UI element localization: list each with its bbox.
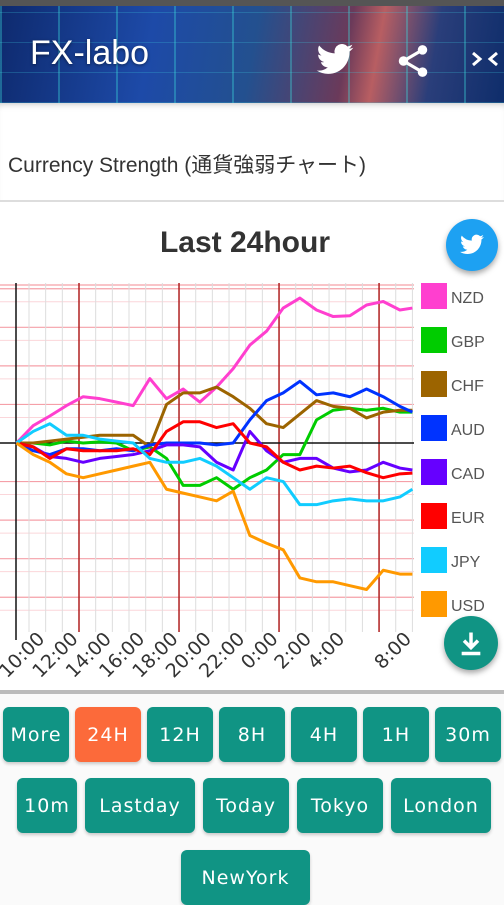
legend-label: NZD [451,290,484,307]
download-icon [461,632,481,656]
legend-swatch-jpy [421,547,447,573]
currency-strength-chart: NZDGBPCHFAUDCADEURJPYUSD10:0012:0014:001… [0,283,485,682]
range-button-more[interactable]: More [3,707,69,762]
chart-title: Last 24hour [159,226,331,259]
share-icon[interactable] [394,42,432,80]
legend-swatch-gbp [421,327,447,353]
range-button-tokyo[interactable]: Tokyo [297,778,383,833]
app-title: FX-labo [30,34,150,72]
code-icon[interactable] [470,48,500,70]
legend-label: USD [451,598,485,615]
app-header: FX-labo [0,6,504,103]
series-line-nzd [15,296,413,445]
legend-swatch-aud [421,415,447,441]
legend-swatch-cad [421,459,447,485]
range-button-london[interactable]: London [391,778,491,833]
legend-label: JPY [451,554,481,571]
range-button-today[interactable]: Today [203,778,289,833]
series-line-eur [16,420,413,480]
twitter-icon[interactable] [313,40,357,80]
legend-swatch-eur [421,503,447,529]
range-button-24h[interactable]: 24H [75,707,141,762]
page-subheader: Currency Strength (通貨強弱チャート) [0,103,504,202]
x-tick-label: 4:00 [304,628,350,674]
range-button-4h[interactable]: 4H [291,707,357,762]
range-button-newyork[interactable]: NewYork [181,850,310,905]
range-button-1h[interactable]: 1H [363,707,429,762]
x-tick-label: 8:00 [370,628,416,674]
legend-swatch-chf [421,371,447,397]
chart-card: NZD GBP CHF AUD CAD EUR JPY USD 10:00 12:00 14:00 1… [0,202,504,694]
twitter-share-fab[interactable] [446,219,498,271]
range-button-8h[interactable]: 8H [219,707,285,762]
range-button-12h[interactable]: 12H [147,707,213,762]
legend-label: CAD [451,466,485,483]
legend-label: CHF [451,378,484,395]
x-tick-label: 2:00 [270,628,316,674]
legend-swatch-nzd [421,283,447,309]
x-tick-label: 0:00 [237,628,283,674]
legend-swatch-usd [421,591,447,617]
legend-label: AUD [451,422,485,439]
range-button-10m[interactable]: 10m [17,778,77,833]
legend-label: GBP [451,334,485,351]
legend-label: EUR [451,510,485,527]
series-line-jpy [15,422,414,507]
range-button-lastday[interactable]: Lastday [85,778,195,833]
download-fab[interactable] [444,616,498,670]
page-title: Currency Strength (通貨強弱チャート) [8,154,367,177]
range-button-30m[interactable]: 30m [435,707,501,762]
twitter-icon [460,234,484,254]
